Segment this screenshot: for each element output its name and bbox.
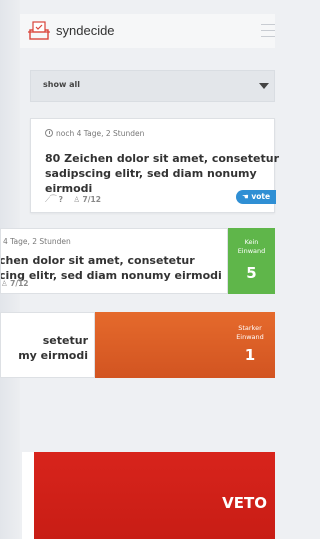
deadline: noch 4 Tage, 2 Stunden xyxy=(45,129,144,138)
title-line: setetur xyxy=(42,334,88,347)
decision-card[interactable]: 4 Tage, 2 Stunden chen dolor sit amet, c… xyxy=(0,228,228,294)
status-label-line: Einwand xyxy=(236,333,264,341)
status-count: 5 xyxy=(246,264,257,282)
hamburger-icon[interactable] xyxy=(261,24,275,38)
status-label: Starker Einwand xyxy=(225,324,275,342)
filter-dropdown[interactable]: show all xyxy=(30,70,275,102)
filter-selected-value: show all xyxy=(43,80,81,89)
status-label-line: Kein xyxy=(244,238,259,246)
vote-button[interactable]: ☚ vote xyxy=(236,190,276,204)
veto-label: VETO xyxy=(222,494,267,512)
status-badge-strong-objection: Starker Einwand 1 xyxy=(95,312,275,378)
person-icon: ♙ xyxy=(1,279,8,288)
card-meta: ♙ 7/12 xyxy=(1,279,37,288)
title-line: 80 Zeichen dolor sit amet, consetetur xyxy=(45,152,279,165)
app-header: syndecide xyxy=(20,14,275,48)
title-line: my eirmodi xyxy=(18,349,88,362)
clock-icon xyxy=(45,129,53,137)
info-value: ? xyxy=(58,195,64,204)
deadline-text: 4 Tage, 2 Stunden xyxy=(3,237,71,246)
card-meta: ⟋⁀ ? ♙ 7/12 xyxy=(45,195,109,205)
status-label-line: Starker xyxy=(238,324,262,332)
title-line: chen dolor sit amet, consetetur xyxy=(0,254,195,267)
status-label: Kein Einwand xyxy=(228,238,275,256)
decision-title: setetur my eirmodi xyxy=(1,333,88,363)
info-icon: ⟋⁀ xyxy=(45,195,57,204)
deadline-text: noch 4 Tage, 2 Stunden xyxy=(56,129,145,138)
status-badge-veto: VETO xyxy=(34,452,275,539)
hand-icon: ☚ xyxy=(242,192,249,201)
status-label-line: Einwand xyxy=(237,247,266,255)
participants-count: 7/12 xyxy=(10,279,29,288)
status-count: 1 xyxy=(244,346,256,364)
participants-count: 7/12 xyxy=(82,195,101,204)
person-icon: ♙ xyxy=(73,195,81,204)
ballot-box-icon[interactable] xyxy=(28,20,50,42)
status-badge-no-objection: Kein Einwand 5 xyxy=(228,228,275,294)
decision-card[interactable]: setetur my eirmodi xyxy=(0,312,95,378)
vote-label: vote xyxy=(251,192,271,201)
caret-down-icon xyxy=(259,83,269,89)
app-name: syndecide xyxy=(56,23,115,38)
